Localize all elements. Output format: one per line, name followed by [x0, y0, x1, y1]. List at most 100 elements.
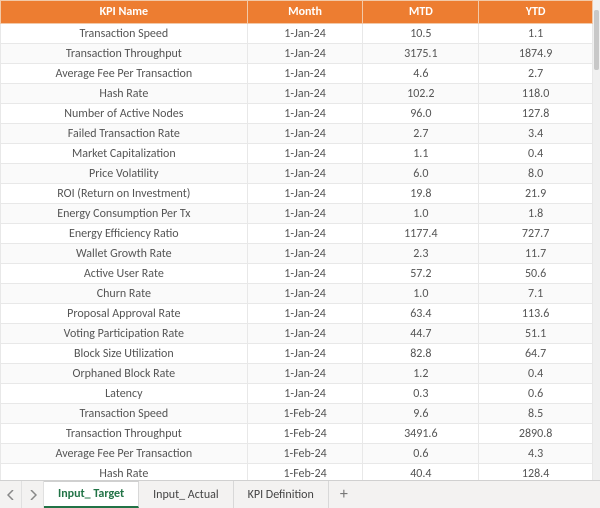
cell-mtd[interactable]: 1.2 [363, 364, 479, 384]
cell-ytd[interactable]: 1874.9 [479, 44, 593, 64]
cell-month[interactable]: 1-Feb-24 [247, 444, 363, 464]
add-sheet-button[interactable]: + [329, 481, 359, 508]
cell-month[interactable]: 1-Jan-24 [247, 204, 363, 224]
cell-mtd[interactable]: 40.4 [363, 464, 479, 481]
cell-mtd[interactable]: 1.0 [363, 284, 479, 304]
cell-mtd[interactable]: 82.8 [363, 344, 479, 364]
cell-ytd[interactable]: 2.7 [479, 64, 593, 84]
scrollbar-thumb[interactable] [594, 10, 599, 70]
cell-mtd[interactable]: 1.1 [363, 144, 479, 164]
cell-month[interactable]: 1-Jan-24 [247, 24, 363, 44]
cell-kpi[interactable]: Latency [1, 384, 248, 404]
cell-month[interactable]: 1-Jan-24 [247, 344, 363, 364]
tab-nav-prev[interactable] [0, 481, 22, 508]
cell-mtd[interactable]: 0.3 [363, 384, 479, 404]
cell-kpi[interactable]: Orphaned Block Rate [1, 364, 248, 384]
sheet-tab-kpi-definition[interactable]: KPI Definition [234, 481, 329, 508]
cell-mtd[interactable]: 3491.6 [363, 424, 479, 444]
cell-kpi[interactable]: Transaction Throughput [1, 424, 248, 444]
cell-month[interactable]: 1-Feb-24 [247, 464, 363, 481]
cell-ytd[interactable]: 3.4 [479, 124, 593, 144]
cell-kpi[interactable]: Voting Participation Rate [1, 324, 248, 344]
vertical-scrollbar[interactable] [593, 0, 600, 480]
cell-month[interactable]: 1-Jan-24 [247, 124, 363, 144]
cell-ytd[interactable]: 128.4 [479, 464, 593, 481]
cell-mtd[interactable]: 57.2 [363, 264, 479, 284]
cell-month[interactable]: 1-Jan-24 [247, 324, 363, 344]
cell-mtd[interactable]: 0.6 [363, 444, 479, 464]
cell-kpi[interactable]: Price Volatility [1, 164, 248, 184]
cell-kpi[interactable]: Transaction Speed [1, 24, 248, 44]
cell-ytd[interactable]: 127.8 [479, 104, 593, 124]
cell-kpi[interactable]: Churn Rate [1, 284, 248, 304]
cell-ytd[interactable]: 1.8 [479, 204, 593, 224]
cell-kpi[interactable]: Average Fee Per Transaction [1, 64, 248, 84]
cell-kpi[interactable]: Hash Rate [1, 84, 248, 104]
cell-ytd[interactable]: 11.7 [479, 244, 593, 264]
cell-mtd[interactable]: 4.6 [363, 64, 479, 84]
cell-kpi[interactable]: Energy Consumption Per Tx [1, 204, 248, 224]
cell-kpi[interactable]: Average Fee Per Transaction [1, 444, 248, 464]
cell-ytd[interactable]: 0.4 [479, 364, 593, 384]
cell-ytd[interactable]: 64.7 [479, 344, 593, 364]
cell-mtd[interactable]: 2.7 [363, 124, 479, 144]
cell-ytd[interactable]: 1.1 [479, 24, 593, 44]
col-header-ytd[interactable]: YTD [479, 1, 593, 24]
cell-mtd[interactable]: 102.2 [363, 84, 479, 104]
cell-ytd[interactable]: 2890.8 [479, 424, 593, 444]
cell-mtd[interactable]: 10.5 [363, 24, 479, 44]
cell-kpi[interactable]: Failed Transaction Rate [1, 124, 248, 144]
cell-month[interactable]: 1-Feb-24 [247, 404, 363, 424]
cell-mtd[interactable]: 6.0 [363, 164, 479, 184]
cell-month[interactable]: 1-Feb-24 [247, 424, 363, 444]
cell-kpi[interactable]: Transaction Throughput [1, 44, 248, 64]
cell-mtd[interactable]: 1.0 [363, 204, 479, 224]
cell-month[interactable]: 1-Jan-24 [247, 264, 363, 284]
cell-month[interactable]: 1-Jan-24 [247, 364, 363, 384]
cell-kpi[interactable]: Transaction Speed [1, 404, 248, 424]
cell-ytd[interactable]: 727.7 [479, 224, 593, 244]
cell-month[interactable]: 1-Jan-24 [247, 44, 363, 64]
sheet-tab-input-target[interactable]: Input_ Target [44, 481, 139, 508]
cell-kpi[interactable]: Block Size Utilization [1, 344, 248, 364]
col-header-mtd[interactable]: MTD [363, 1, 479, 24]
cell-mtd[interactable]: 3175.1 [363, 44, 479, 64]
cell-ytd[interactable]: 113.6 [479, 304, 593, 324]
cell-month[interactable]: 1-Jan-24 [247, 144, 363, 164]
cell-kpi[interactable]: Hash Rate [1, 464, 248, 481]
cell-mtd[interactable]: 96.0 [363, 104, 479, 124]
cell-kpi[interactable]: Proposal Approval Rate [1, 304, 248, 324]
cell-kpi[interactable]: Energy Efficiency Ratio [1, 224, 248, 244]
cell-mtd[interactable]: 44.7 [363, 324, 479, 344]
cell-ytd[interactable]: 0.4 [479, 144, 593, 164]
cell-ytd[interactable]: 4.3 [479, 444, 593, 464]
tab-nav-next[interactable] [22, 481, 44, 508]
cell-ytd[interactable]: 8.0 [479, 164, 593, 184]
cell-ytd[interactable]: 21.9 [479, 184, 593, 204]
cell-month[interactable]: 1-Jan-24 [247, 224, 363, 244]
cell-kpi[interactable]: Wallet Growth Rate [1, 244, 248, 264]
cell-ytd[interactable]: 7.1 [479, 284, 593, 304]
cell-month[interactable]: 1-Jan-24 [247, 84, 363, 104]
cell-kpi[interactable]: ROI (Return on Investment) [1, 184, 248, 204]
cell-ytd[interactable]: 0.6 [479, 384, 593, 404]
cell-mtd[interactable]: 1177.4 [363, 224, 479, 244]
cell-month[interactable]: 1-Jan-24 [247, 164, 363, 184]
cell-mtd[interactable]: 63.4 [363, 304, 479, 324]
cell-kpi[interactable]: Active User Rate [1, 264, 248, 284]
cell-ytd[interactable]: 50.6 [479, 264, 593, 284]
cell-kpi[interactable]: Market Capitalization [1, 144, 248, 164]
cell-mtd[interactable]: 19.8 [363, 184, 479, 204]
sheet-tab-input-actual[interactable]: Input_ Actual [139, 481, 234, 508]
col-header-month[interactable]: Month [247, 1, 363, 24]
cell-month[interactable]: 1-Jan-24 [247, 284, 363, 304]
cell-ytd[interactable]: 8.5 [479, 404, 593, 424]
cell-ytd[interactable]: 51.1 [479, 324, 593, 344]
cell-ytd[interactable]: 118.0 [479, 84, 593, 104]
cell-month[interactable]: 1-Jan-24 [247, 244, 363, 264]
cell-month[interactable]: 1-Jan-24 [247, 184, 363, 204]
cell-month[interactable]: 1-Jan-24 [247, 304, 363, 324]
col-header-kpi[interactable]: KPI Name [1, 1, 248, 24]
cell-month[interactable]: 1-Jan-24 [247, 104, 363, 124]
cell-kpi[interactable]: Number of Active Nodes [1, 104, 248, 124]
